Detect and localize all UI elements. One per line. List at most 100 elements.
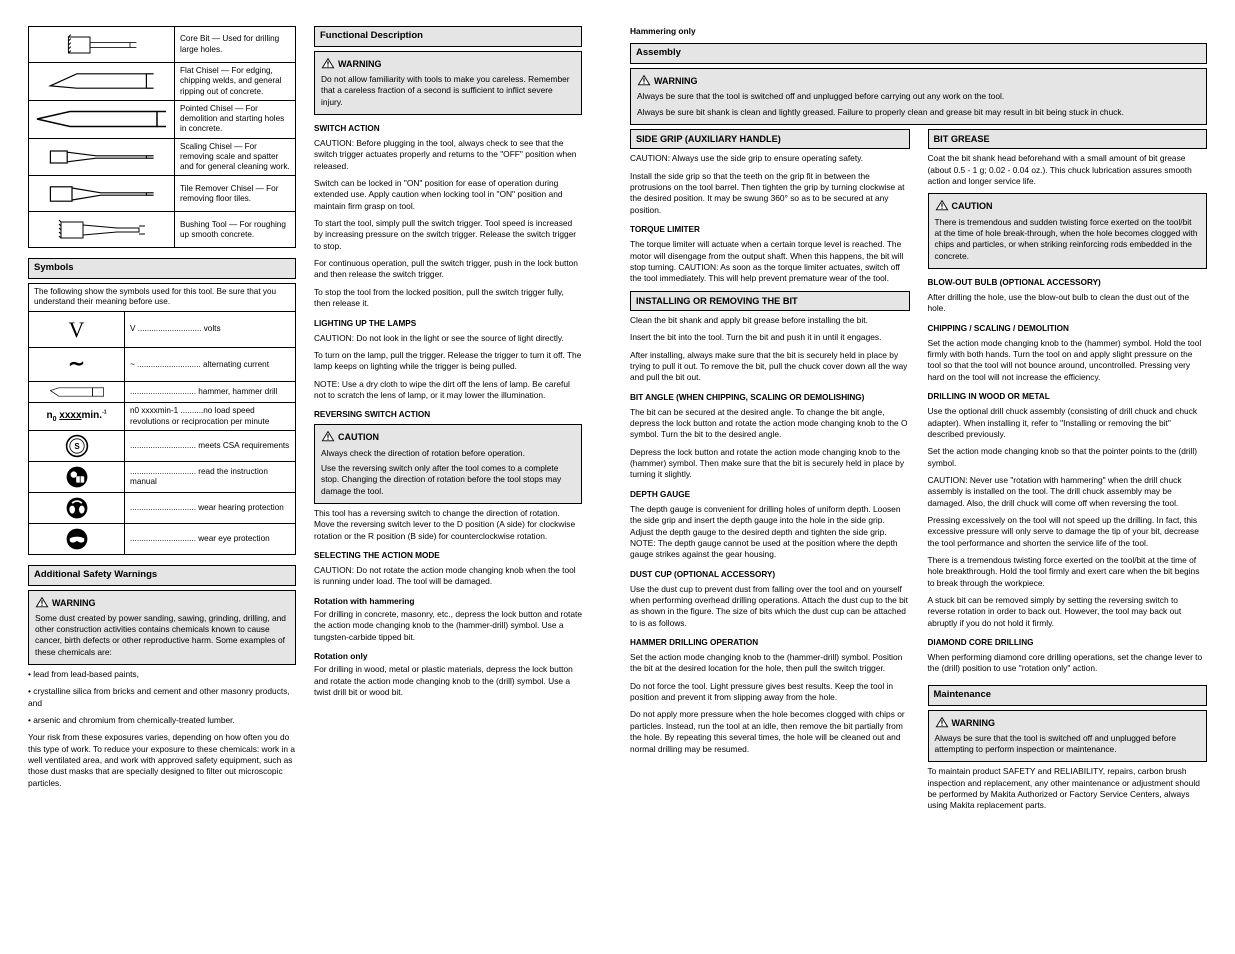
read-manual-icon [29,461,125,492]
blow-para: After drilling the hole, use the blow-ou… [928,292,1208,315]
csa-desc: ............................. meets CSA … [125,430,296,461]
twist-body: There is tremendous and sudden twisting … [935,217,1201,262]
drill-caution: CAUTION: Never use "rotation with hammer… [928,475,1208,509]
drill-p4: There is a tremendous twisting force exe… [928,555,1208,589]
noload-icon: n0 xxxxmin.-1 [29,403,125,431]
twist-caution-panel: CAUTION There is tremendous and sudden t… [928,193,1208,269]
symbols-table: The following show the symbols used for … [28,283,296,555]
warning-triangle-icon [935,716,949,728]
chisel-core-icon [29,27,175,63]
symbols-title: Symbols [28,258,296,279]
chisel-flat-icon [29,63,175,101]
blow-head: BLOW-OUT BULB (OPTIONAL ACCESSORY) [928,277,1208,288]
chem-bullet-1: • lead from lead-based paints, [28,669,296,680]
lamp-body: To turn on the lamp, pull the trigger. R… [314,350,582,373]
lamp-head: LIGHTING UP THE LAMPS [314,318,582,329]
read-desc: ............................. read the i… [125,461,296,492]
asm-warn-head: WARNING [654,76,698,86]
op-ham-head: HAMMER DRILLING OPERATION [630,637,910,648]
install-p3: After installing, always make sure that … [630,350,910,384]
dust-para: Use the dust cup to prevent dust from fa… [630,584,910,629]
gauge-para: The depth gauge is convenient for drilli… [630,504,910,561]
switch-body1: To start the tool, simply pull the switc… [314,218,582,252]
right-block: Hammering only Assembly WARNING Always b… [630,26,1207,818]
column-3: SIDE GRIP (AUXILIARY HANDLE) CAUTION: Al… [630,129,910,818]
rev-caution-b1: Always check the direction of rotation b… [321,448,575,459]
chisel-table: Core Bit — Used for drilling large holes… [28,26,296,248]
rev-caution-head: CAUTION [338,432,379,442]
assembly-warning-panel: WARNING Always be sure that the tool is … [630,68,1207,125]
side-para: Install the side grip so that the teeth … [630,171,910,216]
drill-head: DRILLING IN WOOD OR METAL [928,391,1208,402]
symbols-intro: The following show the symbols used for … [29,284,296,312]
chisel-scale-icon [29,138,175,176]
mode-caution: CAUTION: Do not rotate the action mode c… [314,565,582,588]
grease-bar: BIT GREASE [928,129,1208,149]
ear-protection-icon [29,492,125,523]
dust-bar: DUST CUP (OPTIONAL ACCESSORY) [630,569,910,580]
chisel-core-desc: Core Bit — Used for drilling large holes… [175,27,296,63]
twist-head: CAUTION [952,201,993,211]
additional-safety-title: Additional Safety Warnings [28,565,296,586]
rot-only-sub: Rotation only [314,651,582,662]
side-caution: CAUTION: Always use the side grip to ens… [630,153,910,164]
column-2: Functional Description WARNING Do not al… [314,26,582,795]
maint-warn-body: Always be sure that the tool is switched… [935,733,1201,756]
asm-warn-b1: Always be sure that the tool is switched… [637,91,1200,102]
dust-warn-head: WARNING [52,598,96,608]
caution-triangle-icon [935,199,949,211]
maint-para: To maintain product SAFETY and RELIABILI… [928,766,1208,811]
rev-body: This tool has a reversing switch to chan… [314,508,582,542]
dust-warn-body: Some dust created by power sanding, sawi… [35,613,289,658]
rot-only-body: For drilling in wood, metal or plastic m… [314,664,582,698]
angle-p2: Depress the lock button and rotate the a… [630,447,910,481]
op-ham-p2: Do not force the tool. Light pressure gi… [630,681,910,704]
rot-hammer-body: For drilling in concrete, masonry, etc.,… [314,609,582,643]
op-ham-p1: Set the action mode changing knob to the… [630,652,910,675]
rot-hammer-sub: Rotation with hammering [314,596,582,607]
install-p1: Clean the bit shank and apply bit grease… [630,315,910,326]
mode-head: SELECTING THE ACTION MODE [314,550,582,561]
drill-p5: A stuck bit can be removed simply by set… [928,595,1208,629]
angle-bar: BIT ANGLE (WHEN CHIPPING, SCALING OR DEM… [630,392,910,403]
volt-icon: V [29,311,125,348]
noload-desc: n0 xxxxmin-1 ..........no load speed rev… [125,403,296,431]
switch-body3: To stop the tool from the locked positio… [314,287,582,310]
hammer-desc: ............................. hammer, ha… [125,382,296,403]
maint-title: Maintenance [928,685,1208,706]
csa-icon [29,430,125,461]
chisel-bush-icon [29,212,175,248]
assembly-title: Assembly [630,43,1207,64]
chem-bullet-3: • arsenic and chromium from chemically-t… [28,715,296,726]
warning-triangle-icon [637,74,651,86]
chisel-point-icon [29,100,175,138]
lamp-caution: CAUTION: Do not look in the light or see… [314,333,582,344]
install-p2: Insert the bit into the tool. Turn the b… [630,332,910,343]
core-head: DIAMOND CORE DRILLING [928,637,1208,648]
chisel-tile-desc: Tile Remover Chisel — For removing floor… [175,176,296,212]
warning-triangle-icon [35,596,49,608]
chisel-scale-desc: Scaling Chisel — For removing scale and … [175,138,296,176]
core-para: When performing diamond core drilling op… [928,652,1208,675]
chisel-flat-desc: Flat Chisel — For edging, chipping welds… [175,63,296,101]
func-warn-head: WARNING [338,59,382,69]
asm-warn-b2: Always be sure bit shank is clean and li… [637,107,1200,118]
chisel-point-desc: Pointed Chisel — For demolition and star… [175,100,296,138]
chem-bullet-2: • crystalline silica from bricks and cem… [28,686,296,709]
drill-p2: Set the action mode changing knob so tha… [928,446,1208,469]
install-bit-bar: INSTALLING OR REMOVING THE BIT [630,291,910,311]
switch-caution: CAUTION: Before plugging in the tool, al… [314,138,582,172]
functional-title: Functional Description [314,26,582,47]
op-ham-p3: Do not apply more pressure when the hole… [630,709,910,754]
chisel-bush-desc: Bushing Tool — For roughing up smooth co… [175,212,296,248]
drill-p3: Pressing excessively on the tool will no… [928,515,1208,549]
column-1: Core Bit — Used for drilling large holes… [28,26,296,795]
angle-p1: The bit can be secured at the desired an… [630,407,910,441]
lamp-note: NOTE: Use a dry cloth to wipe the dirt o… [314,379,582,402]
side-grip-bar: SIDE GRIP (AUXILIARY HANDLE) [630,129,910,149]
chem-after: Your risk from these exposures varies, d… [28,732,296,789]
ac-icon: ∼ [29,348,125,382]
dust-warning-panel: WARNING Some dust created by power sandi… [28,590,296,666]
drill-p1: Use the optional drill chuck assembly (c… [928,406,1208,440]
func-warning-panel: WARNING Do not allow familiarity with to… [314,51,582,115]
